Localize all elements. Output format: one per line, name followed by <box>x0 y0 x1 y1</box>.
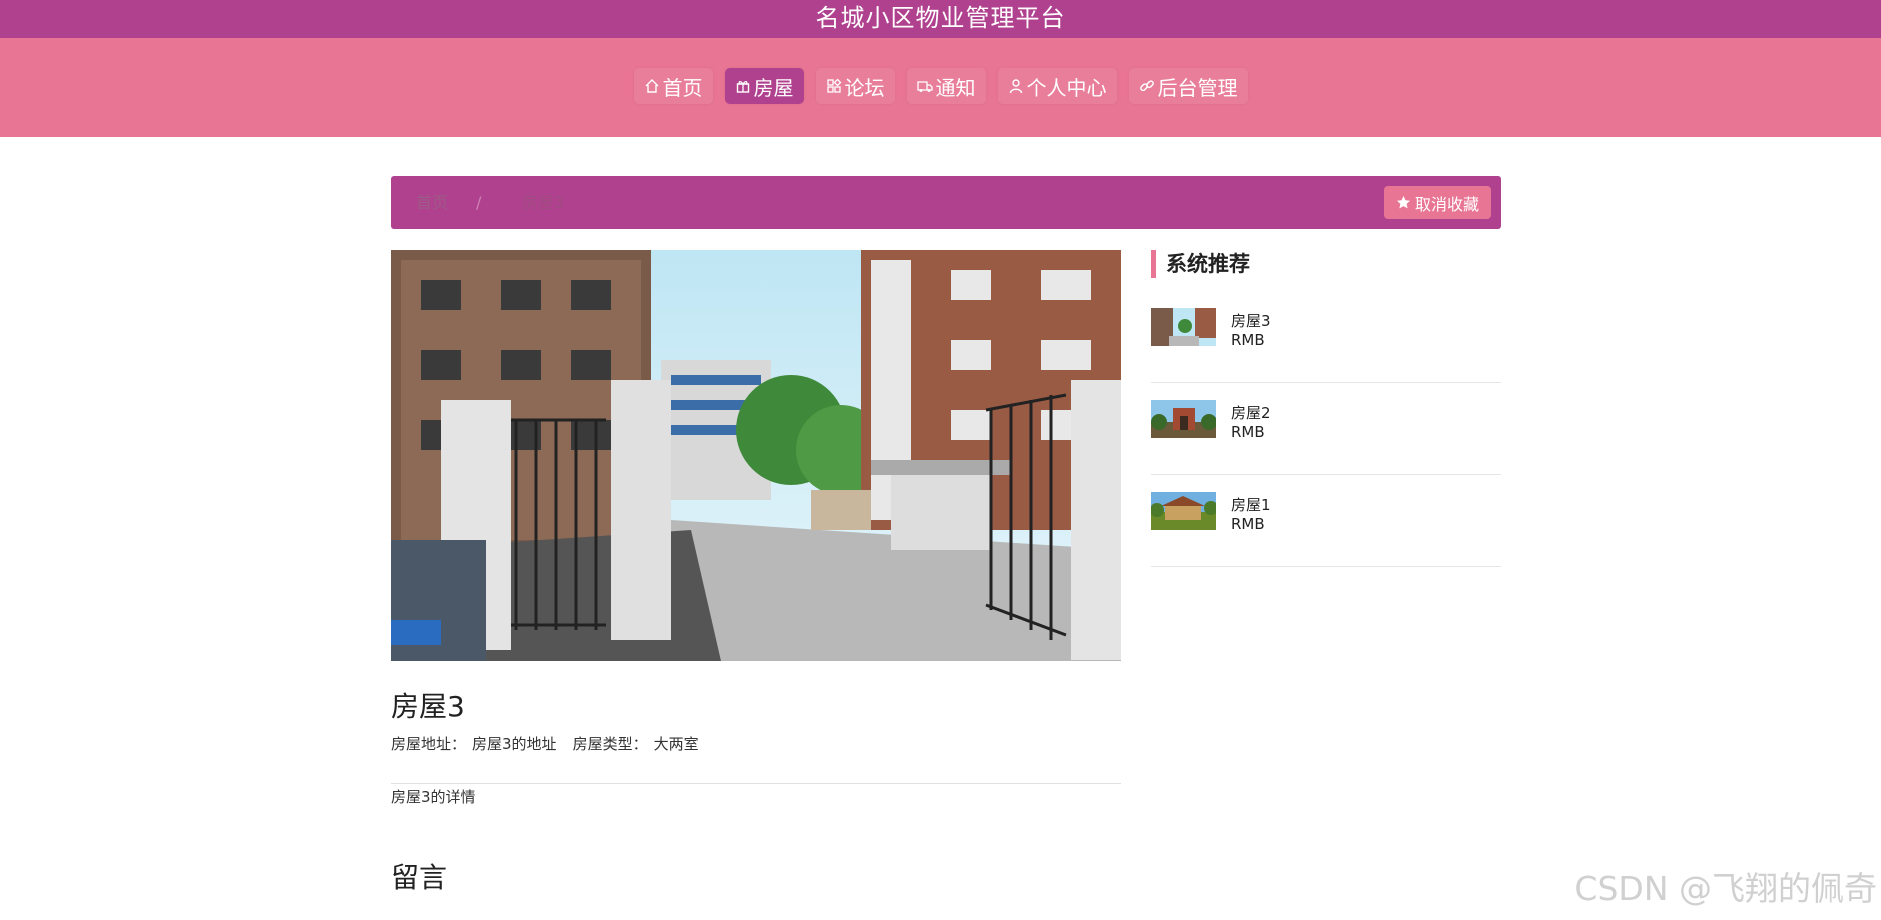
house-photo <box>391 250 1121 661</box>
nav-item-label: 后台管理 <box>1157 75 1238 100</box>
breadcrumb-separator: / <box>476 193 482 212</box>
type-label: 房屋类型： <box>572 735 648 753</box>
recommend-item[interactable]: 房屋3 RMB <box>1151 291 1501 383</box>
address-value: 房屋3的地址 <box>472 735 557 753</box>
unfavorite-button-label: 取消收藏 <box>1414 194 1479 214</box>
grid-icon <box>826 78 841 93</box>
recommend-heading: 系统推荐 <box>1151 250 1250 278</box>
breadcrumb: 首页 / 房屋3 取消收藏 <box>391 176 1501 229</box>
divider <box>391 783 1121 784</box>
address-label: 房屋地址： <box>391 735 467 753</box>
recommend-thumbnail[interactable] <box>1151 492 1216 530</box>
house-detail: 房屋3的详情 <box>391 788 476 806</box>
recommend-item[interactable]: 房屋2 RMB <box>1151 383 1501 475</box>
watermark: CSDN @飞翔的佩奇 <box>1574 869 1877 908</box>
nav-item-admin[interactable]: 后台管理 <box>1128 68 1248 104</box>
nav-item-forum[interactable]: 论坛 <box>815 68 895 104</box>
nav-item-label: 房屋 <box>753 75 794 100</box>
site-title: 名城小区物业管理平台 <box>815 4 1066 32</box>
recommend-item[interactable]: 房屋1 RMB <box>1151 475 1501 567</box>
nav-item-label: 通知 <box>935 75 976 100</box>
breadcrumb-current: 房屋3 <box>522 193 565 212</box>
recommend-item-price: RMB <box>1231 331 1265 349</box>
nav-item-label: 首页 <box>662 75 703 100</box>
house-address: 房屋地址： 房屋3的地址 <box>391 733 557 754</box>
home-icon <box>645 79 658 93</box>
recommend-item-price: RMB <box>1231 515 1265 533</box>
breadcrumb-home-link[interactable]: 首页 <box>416 176 448 229</box>
top-title-bar: 名城小区物业管理平台 <box>0 0 1881 38</box>
house-meta: 房屋地址： 房屋3的地址 房屋类型： 大两室 <box>391 733 699 754</box>
link-icon <box>1139 80 1154 92</box>
nav-item-label: 个人中心 <box>1026 75 1107 100</box>
star-icon <box>1396 195 1411 209</box>
nav-item-notice[interactable]: 通知 <box>906 68 986 104</box>
recommend-item-name[interactable]: 房屋1 <box>1231 494 1271 515</box>
nav-band: 首页 房屋 论坛 通知 个人中心 后台管理 <box>0 38 1881 137</box>
recommend-item-name[interactable]: 房屋3 <box>1231 310 1271 331</box>
recommend-thumbnail[interactable] <box>1151 308 1216 346</box>
nav-item-home[interactable]: 首页 <box>633 68 713 104</box>
recommend-item-price: RMB <box>1231 423 1265 441</box>
type-value: 大两室 <box>653 735 699 753</box>
truck-icon <box>916 81 933 92</box>
nav-item-house[interactable]: 房屋 <box>724 68 804 104</box>
recommend-item-name[interactable]: 房屋2 <box>1231 402 1271 423</box>
house-type: 房屋类型： 大两室 <box>573 733 699 754</box>
nav-item-label: 论坛 <box>844 75 885 100</box>
house-title: 房屋3 <box>391 690 465 723</box>
comments-heading: 留言 <box>391 861 448 894</box>
unfavorite-button[interactable]: 取消收藏 <box>1383 186 1491 219</box>
nav-item-profile[interactable]: 个人中心 <box>997 68 1117 104</box>
gift-icon <box>736 81 749 93</box>
user-icon <box>1009 79 1022 94</box>
main-nav: 首页 房屋 论坛 通知 个人中心 后台管理 <box>0 68 1881 104</box>
recommend-thumbnail[interactable] <box>1151 400 1216 438</box>
